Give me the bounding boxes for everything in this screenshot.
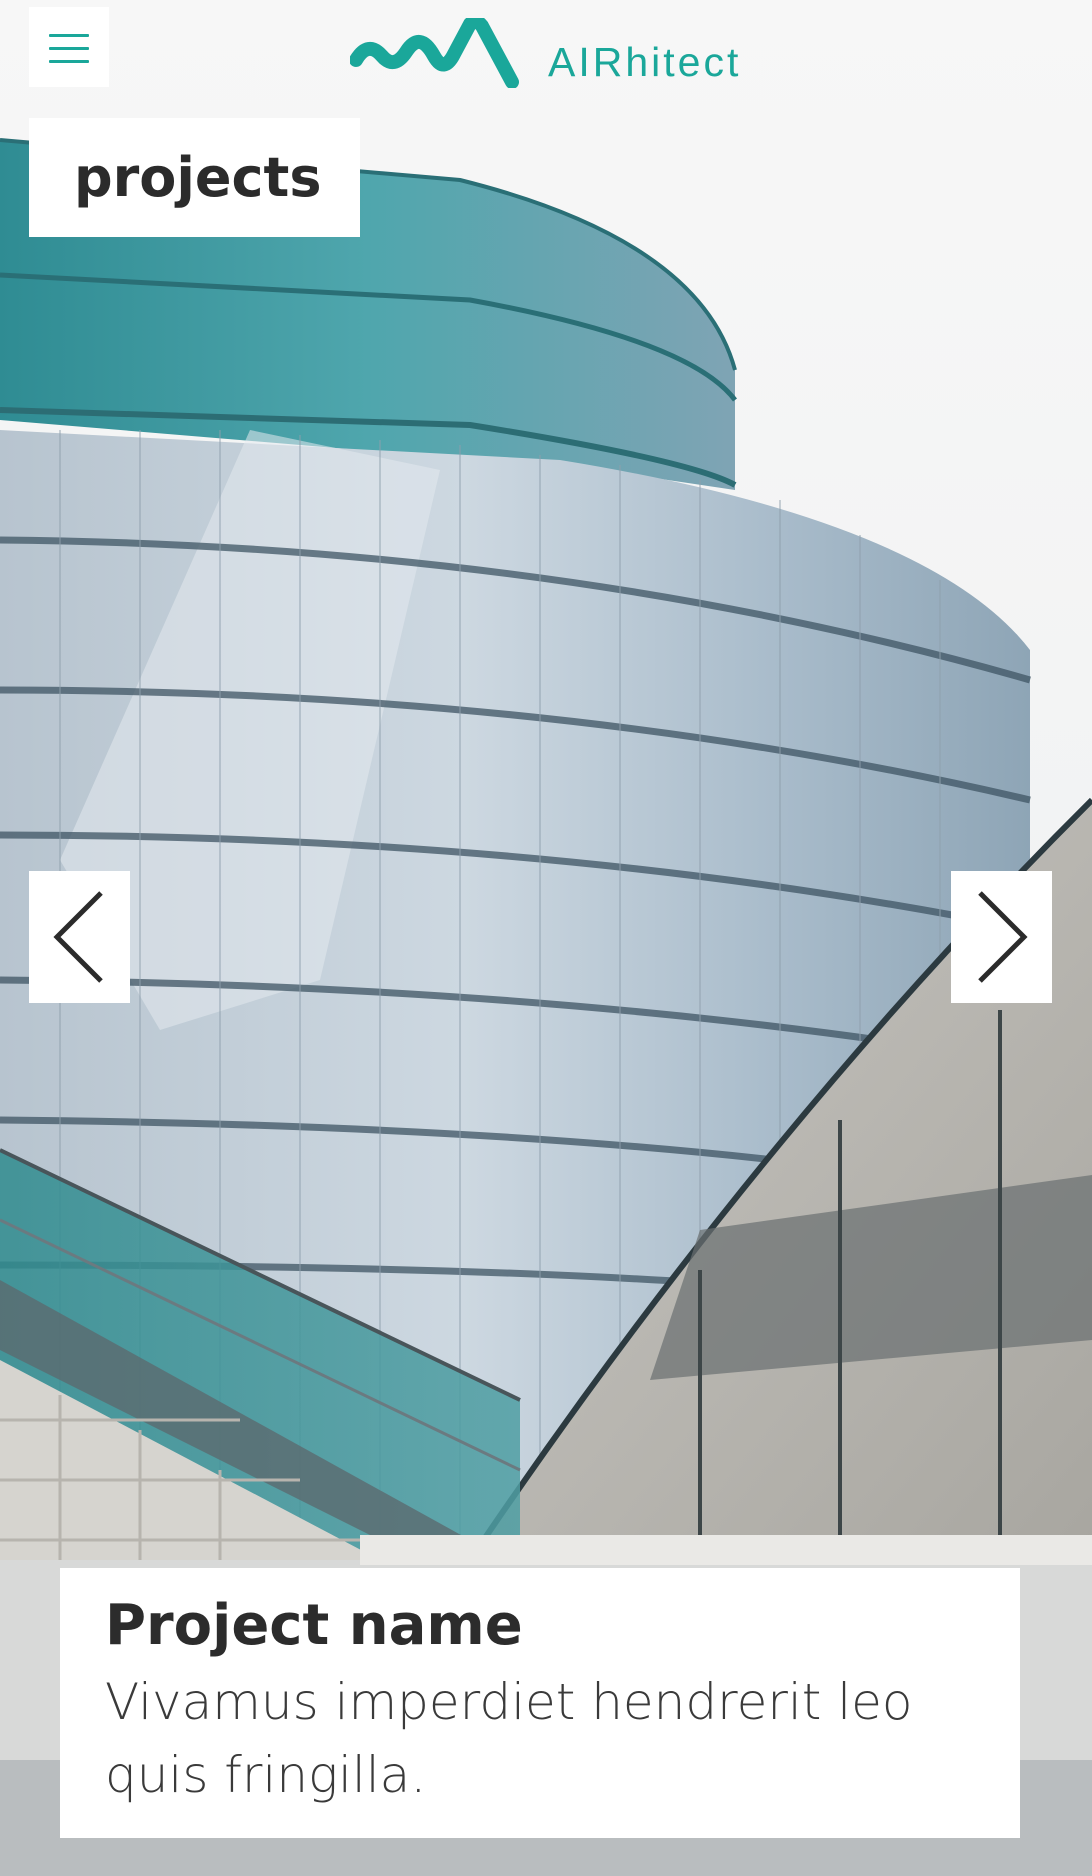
page-title: projects (74, 146, 322, 209)
menu-button[interactable] (29, 7, 109, 87)
project-description: Vivamus imperdiet hendrerit leo quis fri… (105, 1673, 913, 1804)
project-name: Project name (105, 1593, 523, 1658)
wave-logo-icon (350, 18, 519, 88)
next-slide-button[interactable] (951, 871, 1052, 1003)
chevron-left-icon (53, 891, 103, 983)
hamburger-menu-icon (49, 34, 89, 37)
brand-name: AIRhitect (548, 39, 742, 85)
page-title-box: projects (29, 118, 360, 237)
project-caption-card[interactable]: Project name Vivamus imperdiet hendrerit… (60, 1568, 1020, 1838)
chevron-right-icon (978, 891, 1028, 983)
previous-slide-button[interactable] (29, 871, 130, 1003)
brand[interactable]: AIRhitect (350, 12, 741, 88)
